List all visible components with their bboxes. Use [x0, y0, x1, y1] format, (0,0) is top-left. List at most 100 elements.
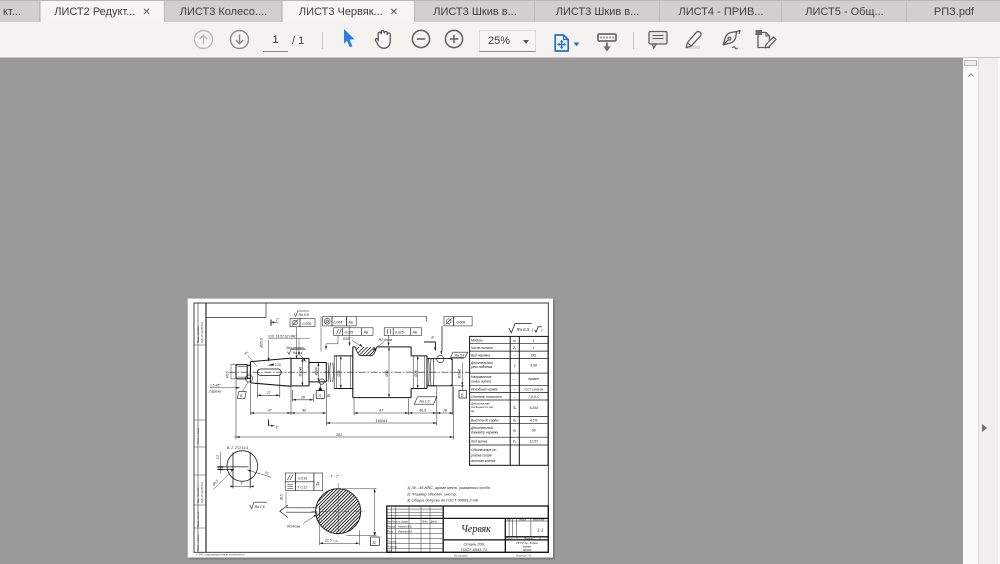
svg-text:18: 18	[443, 409, 447, 413]
svg-text:0,008: 0,008	[302, 322, 311, 326]
svg-text:К°: К°	[245, 352, 249, 356]
svg-text:Т 0,12: Т 0,12	[297, 486, 307, 490]
svg-text:Подп. и дата: Подп. и дата	[196, 427, 200, 444]
svg-text:3: 3	[240, 482, 242, 486]
svg-text:Листов 1: Листов 1	[523, 537, 535, 540]
svg-text:46,5: 46,5	[419, 409, 426, 413]
svg-text:Ø38: Ø38	[414, 370, 418, 377]
svg-text:В. 2. 2°О 14:1: В. 2. 2°О 14:1	[227, 446, 248, 450]
svg-text:–: –	[513, 353, 516, 357]
svg-text:к ЗЧС-информационные технологи: к ЗЧС-информационные технологии	[196, 553, 245, 557]
svg-text:Степень точности: Степень точности	[471, 395, 502, 399]
svg-text:–: –	[513, 377, 516, 381]
svg-text:Червяк: Червяк	[461, 524, 491, 535]
svg-text:Г - Г: Г - Г	[331, 474, 340, 479]
svg-text:Исходный червяк: Исходный червяк	[471, 388, 498, 392]
svg-text:Подп. и дата: Подп. и дата	[196, 534, 200, 551]
svg-text:правое: правое	[528, 377, 539, 381]
svg-text:ГОСТ 4543-71: ГОСТ 4543-71	[461, 547, 487, 552]
svg-text:Ra 1,6: Ra 1,6	[255, 505, 265, 509]
svg-text:–: –	[513, 395, 516, 399]
svg-text:Лит.: Лит.	[505, 519, 512, 522]
svg-text:1:1: 1:1	[537, 528, 544, 533]
svg-text:Ø25,9: Ø25,9	[260, 338, 264, 348]
svg-text:Б: Б	[240, 393, 243, 398]
svg-text:R2,4max: R2,4max	[379, 338, 393, 342]
svg-text:1,5·45°: 1,5·45°	[210, 384, 221, 388]
svg-text:Ra 0,4: Ra 0,4	[293, 351, 303, 355]
svg-text:ЗЧС 21.03.05.001: ЗЧС 21.03.05.001	[200, 481, 204, 503]
svg-text:толщина по хор: толщина по хор	[471, 405, 494, 409]
svg-text:281: 281	[335, 433, 342, 437]
svg-text:Ø30к6: Ø30к6	[299, 367, 303, 378]
svg-text:Е: Е	[431, 335, 434, 340]
svg-text:50: 50	[532, 428, 536, 432]
svg-text:Б: Б	[327, 393, 330, 398]
svg-text:–: –	[513, 388, 516, 392]
svg-text:40: 40	[302, 409, 306, 413]
svg-text:0,025: 0,025	[345, 331, 354, 335]
svg-text:Ø30к6: Ø30к6	[457, 369, 461, 380]
svg-text:Ø28б: Ø28б	[315, 367, 319, 376]
svg-text:2 фаски: 2 фаски	[208, 390, 222, 394]
svg-text:1) 30...45 HRC, кроме мест, ук: 1) 30...45 HRC, кроме мест, указанных ос…	[407, 485, 491, 490]
svg-text:Лист: Лист	[391, 521, 398, 524]
svg-text:Д: Д	[315, 480, 319, 485]
svg-text:№ докум.: № докум.	[398, 521, 409, 524]
svg-text:Утв.: Утв.	[387, 550, 393, 553]
svg-text:Обозначение че-: Обозначение че-	[471, 448, 498, 452]
svg-text:диаметр червяка: диаметр червяка	[471, 430, 498, 434]
svg-text:Ход витка: Ход витка	[470, 440, 488, 444]
svg-text:Ra 0,8: Ra 0,8	[455, 353, 465, 357]
svg-text:2) *Размер обеспеч. инстр.: 2) *Размер обеспеч. инстр.	[406, 491, 457, 496]
svg-text:Иванова И.И.: Иванова И.И.	[398, 530, 413, 533]
svg-text:Перв. примен.: Перв. примен.	[196, 325, 200, 343]
svg-text:Взам. инв.№: Взам. инв.№	[196, 511, 200, 527]
svg-text:1: 1	[533, 346, 535, 350]
svg-text:22,5₋₀,₂₁: 22,5₋₀,₂₁	[324, 539, 338, 543]
svg-text:Подп.: Подп.	[422, 521, 429, 524]
svg-text:d₁: d₁	[513, 428, 516, 432]
svg-text:160h11: 160h11	[376, 419, 388, 423]
svg-text:Делительный: Делительный	[470, 426, 493, 430]
svg-text:женного колеса: женного колеса	[470, 459, 496, 463]
svg-text:Высота до хорды: Высота до хорды	[471, 419, 499, 423]
svg-text:Модуль: Модуль	[471, 339, 483, 343]
svg-text:1:10: 1:10	[274, 363, 281, 367]
svg-text:Т.контр.: Т.контр.	[387, 540, 397, 543]
svg-text:Пров.: Пров.	[387, 530, 394, 533]
svg-text:Z₁: Z₁	[512, 346, 516, 350]
svg-text:АБ: АБ	[363, 331, 369, 335]
svg-text:1: 1	[533, 339, 535, 343]
svg-text:R28¯°¹: R28¯°¹	[343, 337, 354, 341]
svg-text:6,264: 6,264	[530, 406, 538, 410]
svg-text:3) Общие допуски по ГОСТ 30893: 3) Общие допуски по ГОСТ 30893.2-тК	[407, 497, 479, 502]
svg-text:Разраб.: Разраб.	[387, 525, 396, 528]
svg-text:): )	[540, 328, 542, 332]
svg-text:Д: Д	[372, 540, 376, 545]
svg-text:Формат А3: Формат А3	[516, 553, 532, 557]
svg-text:Копировал: Копировал	[454, 553, 468, 557]
svg-text:0,004: 0,004	[333, 321, 342, 325]
svg-text:угол подъема: угол подъема	[470, 365, 492, 369]
svg-text:Ø38: Ø38	[337, 370, 341, 377]
svg-text:Ra 0,8: Ra 0,8	[299, 313, 309, 317]
svg-text:М16: М16	[226, 371, 230, 378]
svg-text:Б: Б	[461, 393, 464, 398]
svg-text:ЗЧС 21.03.05.001: ЗЧС 21.03.05.001	[200, 321, 204, 343]
svg-text:ртежа сопря-: ртежа сопря-	[470, 454, 493, 458]
svg-text:28: 28	[300, 396, 305, 400]
svg-text:ГОСТ 19036-94: ГОСТ 19036-94	[524, 388, 544, 392]
svg-text:0,025: 0,025	[395, 331, 404, 335]
svg-text:7-6-6-С: 7-6-6-С	[528, 395, 540, 399]
svg-text:4,1%: 4,1%	[530, 419, 538, 423]
svg-text:Н.контр.: Н.контр.	[387, 546, 397, 549]
svg-text:де: де	[471, 409, 475, 413]
svg-text:Число витков: Число витков	[471, 346, 493, 350]
svg-text:Масса: Масса	[519, 519, 527, 522]
svg-text:12,57: 12,57	[530, 440, 538, 444]
svg-text:0,016: 0,016	[298, 476, 307, 480]
svg-text:А: А	[317, 393, 321, 398]
svg-text:Вид червяка: Вид червяка	[471, 353, 490, 357]
svg-text:Инв. № подл.: Инв. № подл.	[196, 487, 200, 503]
